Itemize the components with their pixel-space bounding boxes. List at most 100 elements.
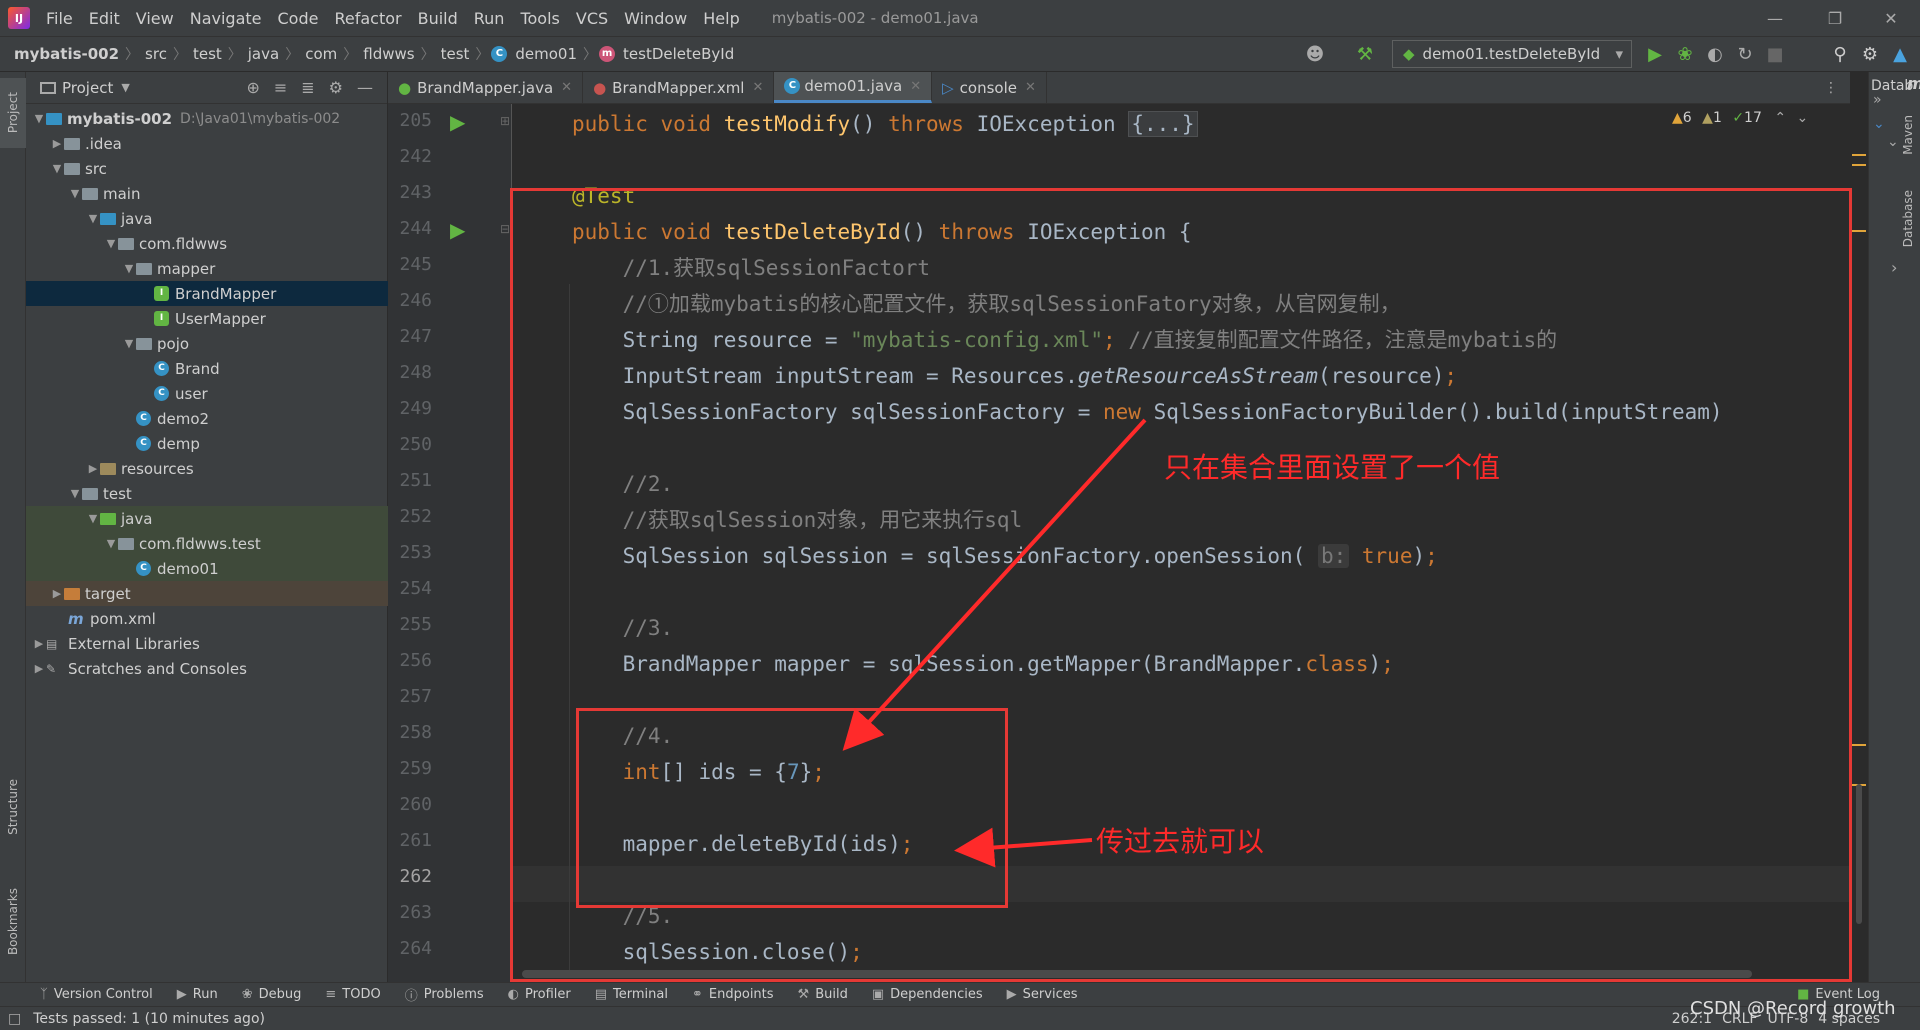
close-icon[interactable]: ✕ [561,80,572,95]
tab-brandmapper-xml[interactable]: ● BrandMapper.xml ✕ [583,72,775,103]
tree-item-com-fldwws-test[interactable]: ▼ com.fldwws.test [26,531,388,556]
run-configuration-select[interactable]: ◆ demo01.testDeleteById ▾ [1392,40,1632,68]
run-test-icon[interactable]: ▶ [450,110,465,134]
tree-item-brand[interactable]: C Brand [26,356,388,381]
tab-demo01-java[interactable]: Cdemo01.java ✕ [774,72,933,103]
error-stripe[interactable] [1850,104,1868,982]
vertical-scrollbar[interactable] [1856,784,1862,924]
breadcrumb-fldwws[interactable]: fldwws [359,45,418,63]
project-panel-title[interactable]: Project [62,79,113,97]
breadcrumb-com[interactable]: com [301,45,341,63]
tab-console[interactable]: ▷ console ✕ [932,72,1047,103]
tree-item-target[interactable]: ▶ target [26,581,388,606]
tree-item-pom[interactable]: m pom.xml [26,606,388,631]
chevron-down-icon[interactable]: ▼ [121,81,129,94]
run-test-icon[interactable]: ▶ [450,218,465,242]
tool-build[interactable]: ⚒ Build [786,987,860,1002]
tree-item-scratches[interactable]: ▶ ✎ Scratches and Consoles [26,656,388,681]
tool-todo[interactable]: ≡ TODO [313,987,392,1002]
tool-run[interactable]: ▶ Run [165,987,230,1002]
menu-view[interactable]: View [128,9,182,28]
minimize-icon[interactable]: — [1750,0,1800,36]
tool-debug[interactable]: ❀ Debug [230,987,314,1002]
stop-icon[interactable]: ■ [1760,36,1790,72]
tool-version-control[interactable]: ᛉ Version Control [28,987,165,1002]
panel-actions-icons[interactable]: ⊕≡≣⚙— [246,78,387,97]
tree-item-com-fldwws[interactable]: ▼ com.fldwws [26,231,388,256]
collapse-icon[interactable]: ⌄ [1873,116,1885,132]
tree-item-usermapper[interactable]: I UserMapper [26,306,388,331]
user-icon[interactable]: ☻ [1300,36,1330,72]
fold-icon[interactable]: ⊞ [500,114,510,128]
chevron-down-icon[interactable]: ⌄ [1887,134,1899,150]
tool-terminal[interactable]: ▤ Terminal [583,987,680,1002]
menu-refactor[interactable]: Refactor [326,9,409,28]
breadcrumb-project[interactable]: mybatis-002 [10,45,123,63]
menu-code[interactable]: Code [270,9,327,28]
gear-icon[interactable]: ⚙ [1855,36,1885,72]
tool-profiler[interactable]: ◐ Profiler [496,987,583,1002]
coverage-icon[interactable]: ◐ [1700,36,1730,72]
chevron-right-icon[interactable]: › [1891,258,1897,277]
breadcrumb-test[interactable]: test [189,45,226,63]
search-icon[interactable]: ⚲ [1825,36,1855,72]
warning-mark[interactable] [1852,164,1866,166]
menu-build[interactable]: Build [410,9,466,28]
inspection-widget[interactable]: ▲6 ▲1 ✓17 ⌃ ⌄ [1672,110,1808,126]
tree-item-demo2[interactable]: Cdemo2 [26,406,388,431]
tree-item-src[interactable]: ▼ src [26,156,388,181]
status-message[interactable]: Tests passed: 1 (10 minutes ago) [33,1011,265,1027]
structure-tool-tab[interactable]: Structure [0,762,26,852]
menu-help[interactable]: Help [695,9,747,28]
tree-item-idea[interactable]: ▶ .idea [26,131,388,156]
chevron-up-icon[interactable]: ⌃ [1774,110,1786,126]
restore-icon[interactable]: ❐ [1810,0,1860,36]
folded-code-block[interactable]: {...} [1128,111,1198,137]
tree-item-brandmapper[interactable]: I BrandMapper [26,281,388,306]
profile-icon[interactable]: ↻ [1730,36,1760,72]
menu-file[interactable]: File [38,9,81,28]
bookmarks-tool-tab[interactable]: Bookmarks [0,872,26,972]
tool-endpoints[interactable]: ⚭ Endpoints [680,987,786,1002]
more-tabs-icon[interactable]: ⋮ [1824,72,1850,103]
close-icon[interactable]: ✕ [752,80,763,95]
status-toggle-icon[interactable]: □ [8,1011,21,1027]
menu-window[interactable]: Window [616,9,695,28]
database-tool-tab[interactable]: Database [1895,176,1920,262]
tree-item-user[interactable]: Cuser [26,381,388,406]
menu-vcs[interactable]: VCS [568,9,616,28]
close-icon[interactable]: ✕ [1866,0,1916,36]
menu-navigate[interactable]: Navigate [182,9,270,28]
tree-item-external-libraries[interactable]: ▶ ▤ External Libraries [26,631,388,656]
tree-item-test[interactable]: ▼ test [26,481,388,506]
tree-item-mapper[interactable]: ▼ mapper [26,256,388,281]
close-icon[interactable]: ✕ [910,79,921,94]
maven-tool-tab[interactable]: Maven [1895,100,1920,170]
chevron-down-icon[interactable]: ⌄ [1797,110,1809,126]
fold-icon[interactable]: ⊟ [500,222,510,236]
chevron-right-icon[interactable]: » [1873,92,1882,108]
breadcrumb-java[interactable]: java [244,45,283,63]
tree-item-test-java[interactable]: ▼ java [26,506,388,531]
warning-mark[interactable] [1852,744,1866,746]
breadcrumb-demo01[interactable]: demo01 [511,45,581,63]
jetbrains-icon[interactable]: ▲ [1885,36,1915,72]
build-hammer-icon[interactable]: ⚒ [1350,36,1380,72]
tree-item-demo01[interactable]: Cdemo01 [26,556,388,581]
tool-dependencies[interactable]: ▣ Dependencies [860,987,995,1002]
menu-tools[interactable]: Tools [512,9,567,28]
tree-item-pojo[interactable]: ▼ pojo [26,331,388,356]
project-tool-tab[interactable]: Project [0,78,26,148]
breadcrumb-method[interactable]: testDeleteById [619,45,738,63]
warning-mark[interactable] [1852,230,1866,232]
tree-item-java[interactable]: ▼ java [26,206,388,231]
tool-services[interactable]: ▶ Services [995,987,1090,1002]
warning-mark[interactable] [1852,154,1866,156]
maven-icon[interactable]: m [1907,74,1920,93]
debug-icon[interactable]: ❀ [1670,36,1700,72]
tree-item-demp[interactable]: Cdemp [26,431,388,456]
tool-problems[interactable]: ⓘ Problems [393,985,496,1004]
menu-run[interactable]: Run [466,9,513,28]
breadcrumb-test-pkg[interactable]: test [437,45,474,63]
tab-brandmapper-java[interactable]: ● BrandMapper.java ✕ [388,72,584,103]
